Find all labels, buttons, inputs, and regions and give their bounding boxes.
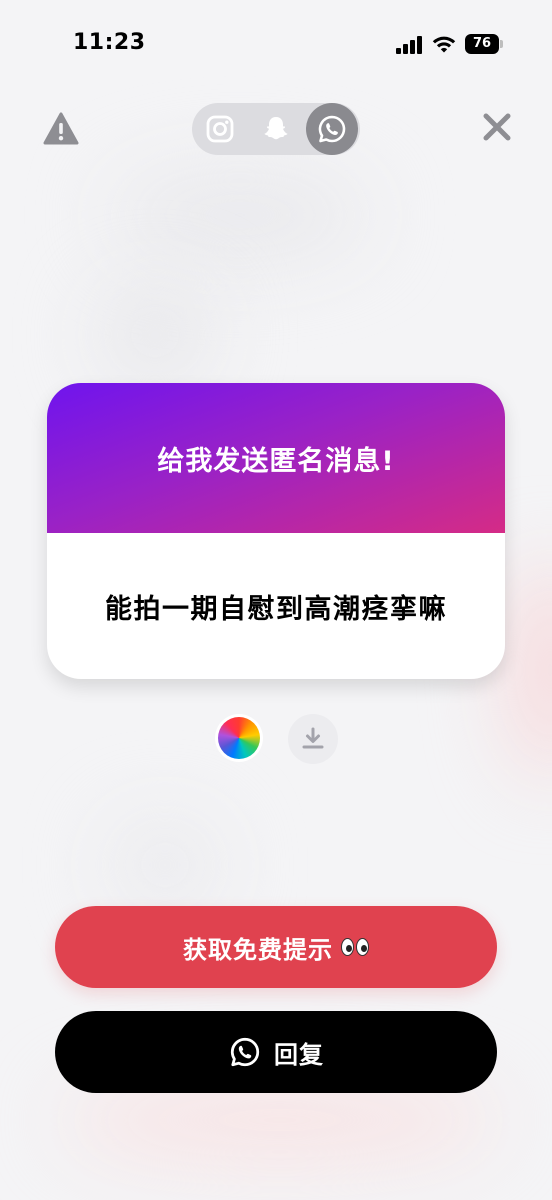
card-message: 能拍一期自慰到高潮痉挛嘛	[105, 593, 447, 625]
platform-tab-instagram[interactable]	[192, 103, 248, 155]
snapchat-icon	[264, 117, 288, 140]
platform-tab-snapchat[interactable]	[248, 103, 304, 155]
battery-icon: 76	[465, 34, 505, 54]
whatsapp-icon	[230, 1037, 260, 1067]
instagram-icon	[206, 115, 234, 143]
download-icon	[302, 727, 324, 749]
card-header: 给我发送匿名消息!	[47, 383, 505, 533]
platform-switcher	[192, 103, 360, 155]
reply-label: 回复	[274, 1040, 324, 1069]
eyes-icon	[341, 938, 369, 956]
free-hint-button[interactable]: 获取免费提示	[55, 906, 497, 988]
card-body: 能拍一期自慰到高潮痉挛嘛	[47, 533, 505, 679]
platform-tab-whatsapp[interactable]	[304, 103, 360, 155]
report-button[interactable]	[42, 110, 80, 148]
wifi-icon	[432, 36, 456, 53]
download-button[interactable]	[288, 714, 338, 764]
close-button[interactable]	[478, 108, 516, 146]
warning-icon	[43, 112, 79, 145]
color-picker-button[interactable]	[218, 717, 260, 759]
battery-level: 76	[465, 34, 499, 54]
whatsapp-icon	[318, 115, 346, 143]
status-bar: 11:23 76	[0, 0, 552, 90]
message-card: 给我发送匿名消息! 能拍一期自慰到高潮痉挛嘛	[47, 383, 505, 679]
cellular-signal-icon	[396, 36, 422, 54]
card-title: 给我发送匿名消息!	[157, 445, 395, 477]
reply-button[interactable]: 回复	[55, 1011, 497, 1093]
free-hint-label: 获取免费提示	[183, 935, 333, 964]
status-time: 11:23	[73, 30, 146, 55]
close-icon	[483, 113, 511, 141]
